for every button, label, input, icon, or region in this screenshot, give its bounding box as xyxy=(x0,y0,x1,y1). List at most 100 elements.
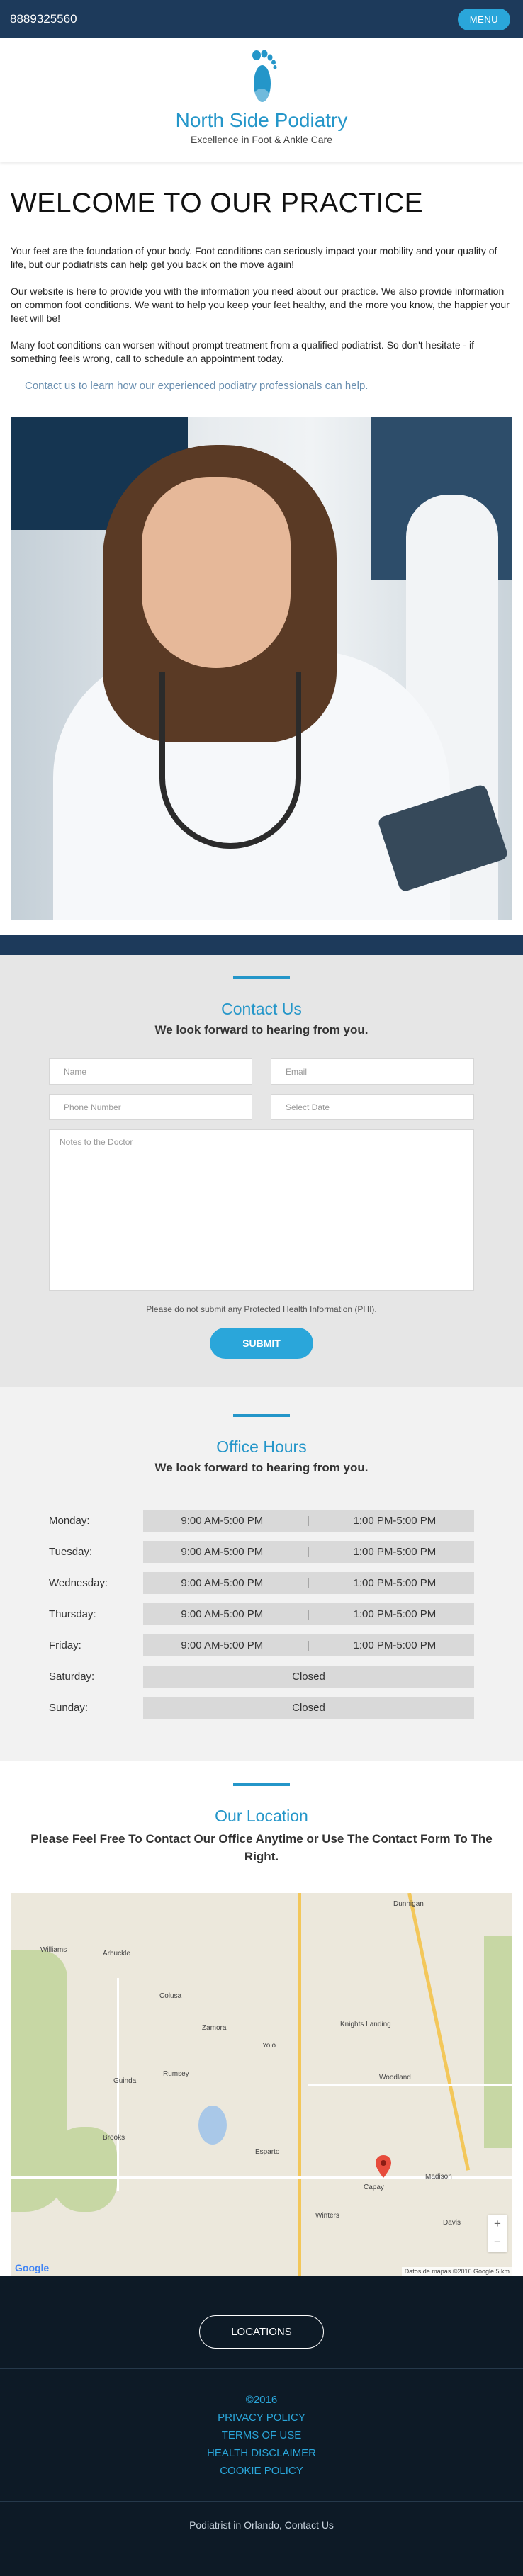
map-label: Capay xyxy=(364,2184,384,2191)
map-label: Colusa xyxy=(159,1992,182,2000)
locations-button[interactable]: LOCATIONS xyxy=(199,2315,324,2349)
hours-row: Sunday: Closed xyxy=(49,1697,474,1719)
terms-of-use-link[interactable]: TERMS OF USE xyxy=(0,2427,523,2444)
morning-hours: 9:00 AM-5:00 PM xyxy=(143,1541,301,1563)
hours-row: Tuesday: 9:00 AM-5:00 PM | 1:00 PM-5:00 … xyxy=(49,1541,474,1563)
location-subtitle: Please Feel Free To Contact Our Office A… xyxy=(30,1832,493,1863)
hours-separator: | xyxy=(300,1510,315,1532)
footer-divider xyxy=(0,2368,523,2369)
contact-form: Name Email Phone Number Select Date Note… xyxy=(49,1058,474,1359)
day-label: Saturday: xyxy=(49,1671,95,1683)
contact-section: Contact Us We look forward to hearing fr… xyxy=(0,955,523,1387)
afternoon-hours: 1:00 PM-5:00 PM xyxy=(315,1603,474,1625)
notes-textarea[interactable]: Notes to the Doctor xyxy=(49,1129,474,1291)
hours-separator: | xyxy=(300,1572,315,1594)
map-label: Madison xyxy=(425,2173,452,2181)
map-label: Woodland xyxy=(379,2074,411,2081)
hours-row: Monday: 9:00 AM-5:00 PM | 1:00 PM-5:00 P… xyxy=(49,1510,474,1532)
map-label: Arbuckle xyxy=(103,1950,130,1958)
zoom-in-button[interactable]: + xyxy=(488,2215,507,2233)
privacy-policy-link[interactable]: PRIVACY POLICY xyxy=(0,2409,523,2427)
foot-icon[interactable] xyxy=(244,48,279,106)
name-input[interactable]: Name xyxy=(49,1058,252,1085)
morning-hours: 9:00 AM-5:00 PM xyxy=(143,1510,301,1532)
brand-name[interactable]: North Side Podiatry xyxy=(0,109,523,132)
closed-status: Closed xyxy=(143,1666,474,1688)
hours-row: Wednesday: 9:00 AM-5:00 PM | 1:00 PM-5:0… xyxy=(49,1572,474,1594)
hours-row: Saturday: Closed xyxy=(49,1666,474,1688)
copyright: ©2016 xyxy=(245,2394,278,2406)
afternoon-hours: 1:00 PM-5:00 PM xyxy=(315,1572,474,1594)
date-input[interactable]: Select Date xyxy=(271,1094,474,1120)
afternoon-hours: 1:00 PM-5:00 PM xyxy=(315,1541,474,1563)
site-footer: LOCATIONS ©2016 PRIVACY POLICY TERMS OF … xyxy=(0,2276,523,2576)
contact-subtitle: We look forward to hearing from you. xyxy=(154,1023,369,1036)
welcome-paragraph: Our website is here to provide you with … xyxy=(11,286,510,324)
location-title: Our Location xyxy=(215,1807,308,1825)
hours-row: Thursday: 9:00 AM-5:00 PM | 1:00 PM-5:00… xyxy=(49,1603,474,1625)
office-hours-section: Office Hours We look forward to hearing … xyxy=(0,1387,523,1761)
phone-input[interactable]: Phone Number xyxy=(49,1094,252,1120)
map-label: Dunnigan xyxy=(393,1900,424,1908)
map-label: Knights Landing xyxy=(340,2021,391,2028)
map-label: Davis xyxy=(443,2219,461,2227)
footer-links: ©2016 PRIVACY POLICY TERMS OF USE HEALTH… xyxy=(0,2391,523,2480)
map-pin-icon[interactable] xyxy=(376,2155,391,2178)
welcome-section: WELCOME TO OUR PRACTICE Your feet are th… xyxy=(0,162,523,392)
day-label: Friday: xyxy=(49,1639,81,1651)
top-bar: 8889325560 MENU xyxy=(0,0,523,38)
map-credits: Datos de mapas ©2016 Google 5 km xyxy=(401,2267,512,2276)
site-header: North Side Podiatry Excellence in Foot &… xyxy=(0,38,523,162)
map-label: Rumsey xyxy=(163,2070,189,2078)
map-zoom-control: + − xyxy=(488,2215,507,2252)
accent-line xyxy=(233,1783,290,1786)
map-label: Esparto xyxy=(255,2148,280,2156)
cookie-policy-link[interactable]: COOKIE POLICY xyxy=(0,2462,523,2480)
hours-table: Monday: 9:00 AM-5:00 PM | 1:00 PM-5:00 P… xyxy=(49,1501,474,1728)
hours-separator: | xyxy=(300,1541,315,1563)
map-label: Winters xyxy=(315,2212,339,2220)
footer-divider xyxy=(0,2501,523,2502)
menu-button[interactable]: MENU xyxy=(457,8,510,30)
location-map[interactable]: Dunnigan Williams Arbuckle Colusa Knight… xyxy=(11,1893,512,2276)
map-label: Guinda xyxy=(113,2077,137,2085)
hours-title: Office Hours xyxy=(216,1437,307,1456)
accent-line xyxy=(233,976,290,979)
email-input[interactable]: Email xyxy=(271,1058,474,1085)
morning-hours: 9:00 AM-5:00 PM xyxy=(143,1634,301,1656)
map-label: Brooks xyxy=(103,2134,125,2142)
map-label: Yolo xyxy=(262,2042,276,2050)
day-label: Thursday: xyxy=(49,1608,96,1620)
day-label: Tuesday: xyxy=(49,1546,93,1558)
closed-status: Closed xyxy=(143,1697,474,1719)
hours-row: Friday: 9:00 AM-5:00 PM | 1:00 PM-5:00 P… xyxy=(49,1634,474,1656)
page-title: WELCOME TO OUR PRACTICE xyxy=(11,188,424,218)
welcome-paragraph: Your feet are the foundation of your bod… xyxy=(11,245,497,270)
hero-doctor-image xyxy=(11,417,512,920)
afternoon-hours: 1:00 PM-5:00 PM xyxy=(315,1634,474,1656)
zoom-out-button[interactable]: − xyxy=(488,2233,507,2252)
contact-cta-link[interactable]: Contact us to learn how our experienced … xyxy=(25,379,512,392)
morning-hours: 9:00 AM-5:00 PM xyxy=(143,1572,301,1594)
location-section: Our Location Please Feel Free To Contact… xyxy=(0,1761,523,2276)
google-logo: Google xyxy=(15,2262,50,2273)
submit-button[interactable]: SUBMIT xyxy=(210,1328,313,1359)
day-label: Monday: xyxy=(49,1515,90,1527)
map-label: Zamora xyxy=(202,2024,227,2032)
hours-separator: | xyxy=(300,1634,315,1656)
footer-bottom-text[interactable]: Podiatrist in Orlando, Contact Us xyxy=(0,2519,523,2531)
section-divider xyxy=(0,935,523,955)
phi-disclaimer: Please do not submit any Protected Healt… xyxy=(146,1304,377,1314)
brand-tagline: Excellence in Foot & Ankle Care xyxy=(191,134,332,145)
health-disclaimer-link[interactable]: HEALTH DISCLAIMER xyxy=(0,2444,523,2462)
hours-subtitle: We look forward to hearing from you. xyxy=(154,1461,369,1474)
morning-hours: 9:00 AM-5:00 PM xyxy=(143,1603,301,1625)
hours-separator: | xyxy=(300,1603,315,1625)
afternoon-hours: 1:00 PM-5:00 PM xyxy=(315,1510,474,1532)
phone-number-link[interactable]: 8889325560 xyxy=(10,12,77,26)
day-label: Sunday: xyxy=(49,1702,89,1714)
welcome-paragraph: Many foot conditions can worsen without … xyxy=(11,339,475,364)
map-label: Williams xyxy=(40,1946,67,1954)
contact-title: Contact Us xyxy=(221,1000,302,1018)
accent-line xyxy=(233,1414,290,1417)
